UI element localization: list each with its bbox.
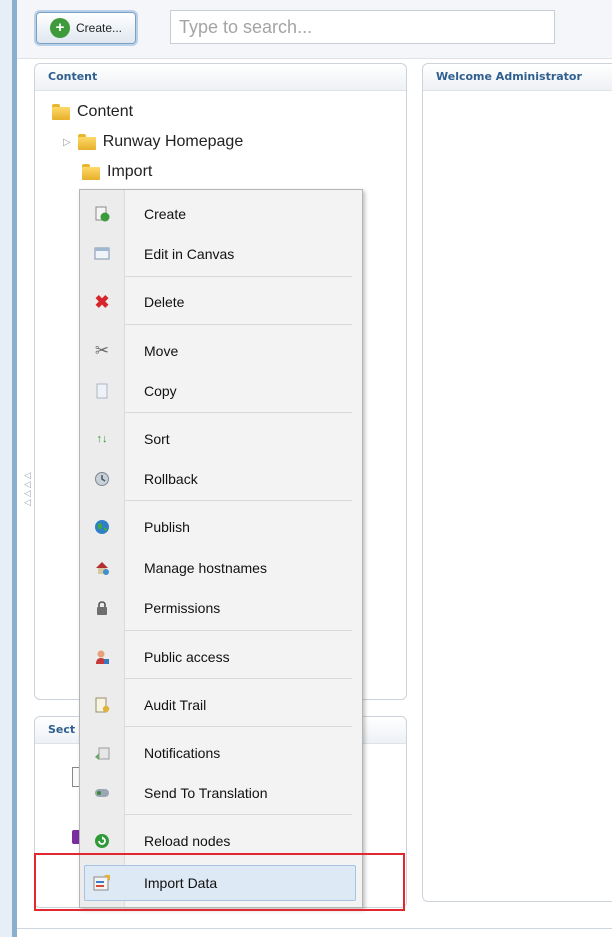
menu-separator (124, 726, 352, 727)
content-panel-title: Content (35, 64, 406, 91)
menu-item-send-to-translation[interactable]: Send To Translation (80, 775, 362, 811)
menu-item-label: Permissions (144, 600, 221, 616)
copy-icon (80, 383, 124, 399)
notifications-icon (80, 745, 124, 761)
highlight-annotation-frame (34, 853, 405, 911)
menu-item-label: Notifications (144, 745, 221, 761)
canvas-icon (80, 246, 124, 262)
menu-separator (124, 814, 352, 815)
lock-icon (80, 600, 124, 616)
folder-icon (77, 134, 96, 150)
menu-item-label: Rollback (144, 471, 198, 487)
create-button-label: Create... (76, 21, 123, 35)
search-input[interactable] (170, 10, 555, 44)
menu-item-public-access[interactable]: Public access (80, 639, 362, 675)
menu-item-label: Edit in Canvas (144, 246, 235, 262)
menu-item-create[interactable]: Create (80, 196, 362, 232)
create-button[interactable]: + Create... (36, 12, 136, 44)
menu-item-label: Create (144, 206, 187, 222)
tree-node-runway-homepage[interactable]: ▷ Runway Homepage (63, 133, 243, 151)
menu-item-edit-in-canvas[interactable]: Edit in Canvas (80, 236, 362, 272)
menu-item-label: Delete (144, 294, 185, 310)
menu-item-audit-trail[interactable]: Audit Trail (80, 687, 362, 723)
welcome-panel-title: Welcome Administrator (423, 64, 612, 91)
delete-x-icon: ✖ (94, 291, 110, 312)
menu-separator (124, 678, 352, 679)
menu-item-label: Send To Translation (144, 785, 268, 801)
hostnames-icon (80, 560, 124, 576)
sort-arrows-icon: ↑↓ (96, 433, 108, 445)
splitter-handle[interactable]: ◁ ◁ ◁ ◁ (24, 472, 31, 508)
menu-item-rollback[interactable]: Rollback (80, 461, 362, 497)
menu-item-publish[interactable]: Publish (80, 509, 362, 545)
menu-item-label: Public access (144, 649, 230, 665)
menu-separator (124, 276, 352, 277)
context-menu: Create Edit in Canvas ✖ Delete ✂ Move Co… (79, 189, 363, 908)
reload-icon (80, 833, 124, 849)
menu-item-label: Copy (144, 383, 177, 399)
menu-separator (124, 324, 352, 325)
menu-separator (124, 412, 352, 413)
welcome-panel: Welcome Administrator (422, 63, 612, 902)
menu-separator (124, 500, 352, 501)
user-icon (80, 649, 124, 665)
menu-item-manage-hostnames[interactable]: Manage hostnames (80, 550, 362, 586)
menu-item-label: Sort (144, 431, 170, 447)
rollback-icon (80, 471, 124, 487)
tree-node-label: Import (107, 163, 153, 180)
menu-item-label: Manage hostnames (144, 560, 267, 576)
left-border (12, 0, 17, 937)
menu-item-sort[interactable]: ↑↓ Sort (80, 421, 362, 457)
left-strip (0, 0, 12, 937)
audit-icon (80, 697, 124, 713)
bottom-divider (17, 928, 612, 929)
menu-item-label: Move (144, 343, 179, 359)
menu-item-notifications[interactable]: Notifications (80, 735, 362, 771)
menu-item-label: Publish (144, 519, 190, 535)
translation-icon (80, 785, 124, 801)
scissors-icon: ✂ (94, 341, 110, 360)
create-page-icon (80, 206, 124, 222)
tree-node-import[interactable]: Import (82, 163, 152, 181)
tree-node-label: Content (77, 103, 134, 120)
menu-item-move[interactable]: ✂ Move (80, 333, 362, 369)
add-icon: + (50, 18, 70, 38)
menu-item-label: Audit Trail (144, 697, 207, 713)
menu-separator (124, 630, 352, 631)
menu-item-permissions[interactable]: Permissions (80, 590, 362, 626)
folder-icon (52, 104, 70, 120)
menu-item-label: Reload nodes (144, 833, 231, 849)
menu-item-delete[interactable]: ✖ Delete (80, 284, 362, 320)
tree-node-label: Runway Homepage (102, 133, 244, 150)
expand-arrow-icon[interactable]: ▷ (63, 137, 71, 148)
folder-icon (82, 164, 100, 180)
globe-icon (80, 519, 124, 535)
tree-node-content[interactable]: Content (52, 103, 133, 121)
menu-item-copy[interactable]: Copy (80, 373, 362, 409)
